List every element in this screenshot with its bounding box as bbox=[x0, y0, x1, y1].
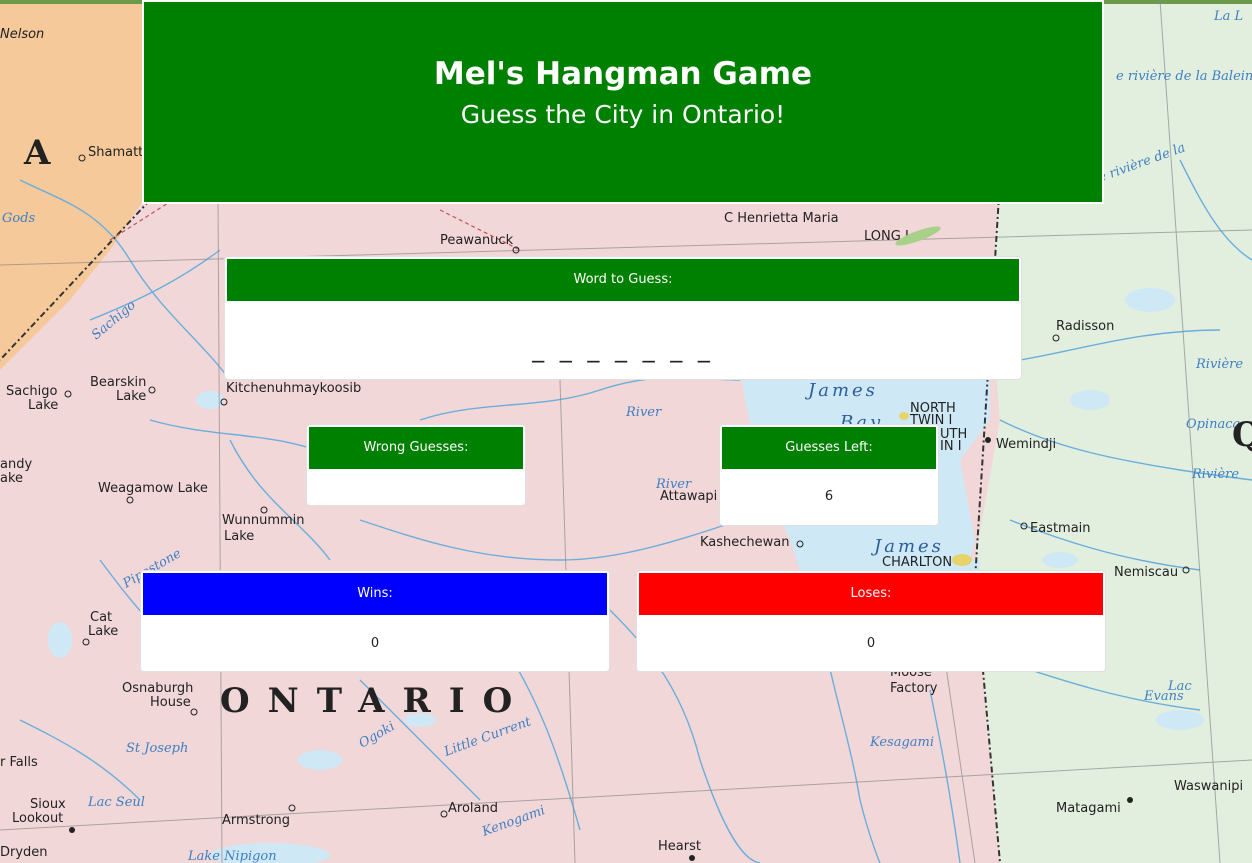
word-card-header: Word to Guess: bbox=[227, 259, 1019, 301]
map-label-matagami: Matagami bbox=[1056, 801, 1121, 816]
map-label-riviere-baleine: e rivière de la Baleine bbox=[1116, 69, 1252, 84]
map-label-nemiscau: Nemiscau bbox=[1114, 565, 1178, 580]
guesses-left-header: Guesses Left: bbox=[722, 427, 936, 469]
page-title: Mel's Hangman Game bbox=[433, 56, 813, 92]
map-label-bearskin-lake: Lake bbox=[116, 389, 146, 404]
wins-value: 0 bbox=[370, 636, 380, 651]
map-label-kesagami: Kesagami bbox=[869, 735, 934, 750]
map-label-sandy-lake: ake bbox=[0, 471, 23, 486]
map-label-attawapiskat: Attawapi bbox=[660, 489, 717, 504]
map-label-south-twin: IN I bbox=[940, 439, 962, 454]
map-label-lac-seul: Lac Seul bbox=[87, 795, 145, 810]
map-label-nelson: Nelson bbox=[0, 27, 44, 42]
map-label-sachigo-lake-2: Lake bbox=[28, 398, 58, 413]
map-label-armstrong: Armstrong bbox=[222, 813, 290, 828]
map-label-aroland: Aroland bbox=[448, 801, 498, 816]
map-label-la-l: La L bbox=[1213, 9, 1243, 24]
wrong-guesses-header: Wrong Guesses: bbox=[309, 427, 523, 469]
map-label-peawanuck: Peawanuck bbox=[440, 233, 514, 248]
map-label-wunnummin: Wunnummin bbox=[222, 513, 305, 528]
map-label-gods: Gods bbox=[2, 211, 36, 226]
map-label-manitoba-letter: A bbox=[23, 133, 68, 173]
page-subtitle: Guess the City in Ontario! bbox=[460, 100, 786, 129]
word-display: _ _ _ _ _ _ _ bbox=[532, 335, 714, 363]
map-label-sioux: Sioux bbox=[30, 797, 66, 812]
map-label-river: River bbox=[625, 405, 662, 420]
map-label-eastmain: Eastmain bbox=[1030, 521, 1091, 536]
map-label-kashechewan: Kashechewan bbox=[700, 535, 790, 550]
map-label-wunnummin-lake: Lake bbox=[224, 529, 254, 544]
map-label-riviere: Rivière bbox=[1191, 467, 1239, 482]
map-label-sandy: andy bbox=[0, 457, 32, 472]
loses-card: Loses: 0 bbox=[636, 570, 1106, 672]
guesses-left-value: 6 bbox=[824, 489, 834, 504]
map-label-henrietta-maria: C Henrietta Maria bbox=[724, 211, 839, 226]
map-label-ontario: ONTARIO bbox=[220, 681, 530, 721]
map-label-factory: Factory bbox=[890, 681, 938, 696]
loses-value: 0 bbox=[866, 636, 876, 651]
wins-header: Wins: bbox=[143, 573, 607, 615]
map-label-dryden: Dryden bbox=[0, 845, 48, 860]
map-label-hearst: Hearst bbox=[658, 839, 701, 854]
map-label-bearskin: Bearskin bbox=[90, 375, 146, 390]
map-label-osnaburgh-house: House bbox=[150, 695, 191, 710]
map-label-riviere-2: Rivière bbox=[1195, 357, 1243, 372]
map-label-radisson: Radisson bbox=[1056, 319, 1114, 334]
map-label-waswanipi: Waswanipi bbox=[1174, 779, 1243, 794]
map-label-sachigo-lake: Sachigo bbox=[6, 384, 57, 399]
map-label-osnaburgh: Osnaburgh bbox=[122, 681, 193, 696]
loses-header: Loses: bbox=[639, 573, 1103, 615]
map-label-quebec-letter: Q bbox=[1232, 415, 1252, 455]
map-label-james-bay-2: James bbox=[870, 536, 944, 557]
map-label-evans: Evans bbox=[1143, 689, 1184, 704]
map-label-falls: r Falls bbox=[0, 755, 38, 770]
map-label-weagamow: Weagamow Lake bbox=[98, 481, 208, 496]
map-label-kitchenuhmaykoosib: Kitchenuhmaykoosib bbox=[226, 381, 361, 396]
map-label-james-bay: James bbox=[804, 380, 878, 401]
map-label-cat-lake: Lake bbox=[88, 624, 118, 639]
wins-card: Wins: 0 bbox=[140, 570, 610, 672]
map-label-lake-nipigon: Lake Nipigon bbox=[187, 849, 277, 863]
wrong-guesses-card: Wrong Guesses: bbox=[306, 424, 526, 506]
guesses-left-card: Guesses Left: 6 bbox=[719, 424, 939, 526]
map-label-charlton: CHARLTON bbox=[882, 555, 952, 570]
map-label-st-joseph: St Joseph bbox=[126, 741, 188, 756]
map-label-wemindji: Wemindji bbox=[996, 437, 1056, 452]
game-header: Mel's Hangman Game Guess the City in Ont… bbox=[142, 0, 1104, 204]
map-label-cat: Cat bbox=[90, 610, 112, 625]
word-card: Word to Guess: _ _ _ _ _ _ _ bbox=[224, 256, 1022, 380]
map-label-sioux-lookout: Lookout bbox=[12, 811, 63, 826]
